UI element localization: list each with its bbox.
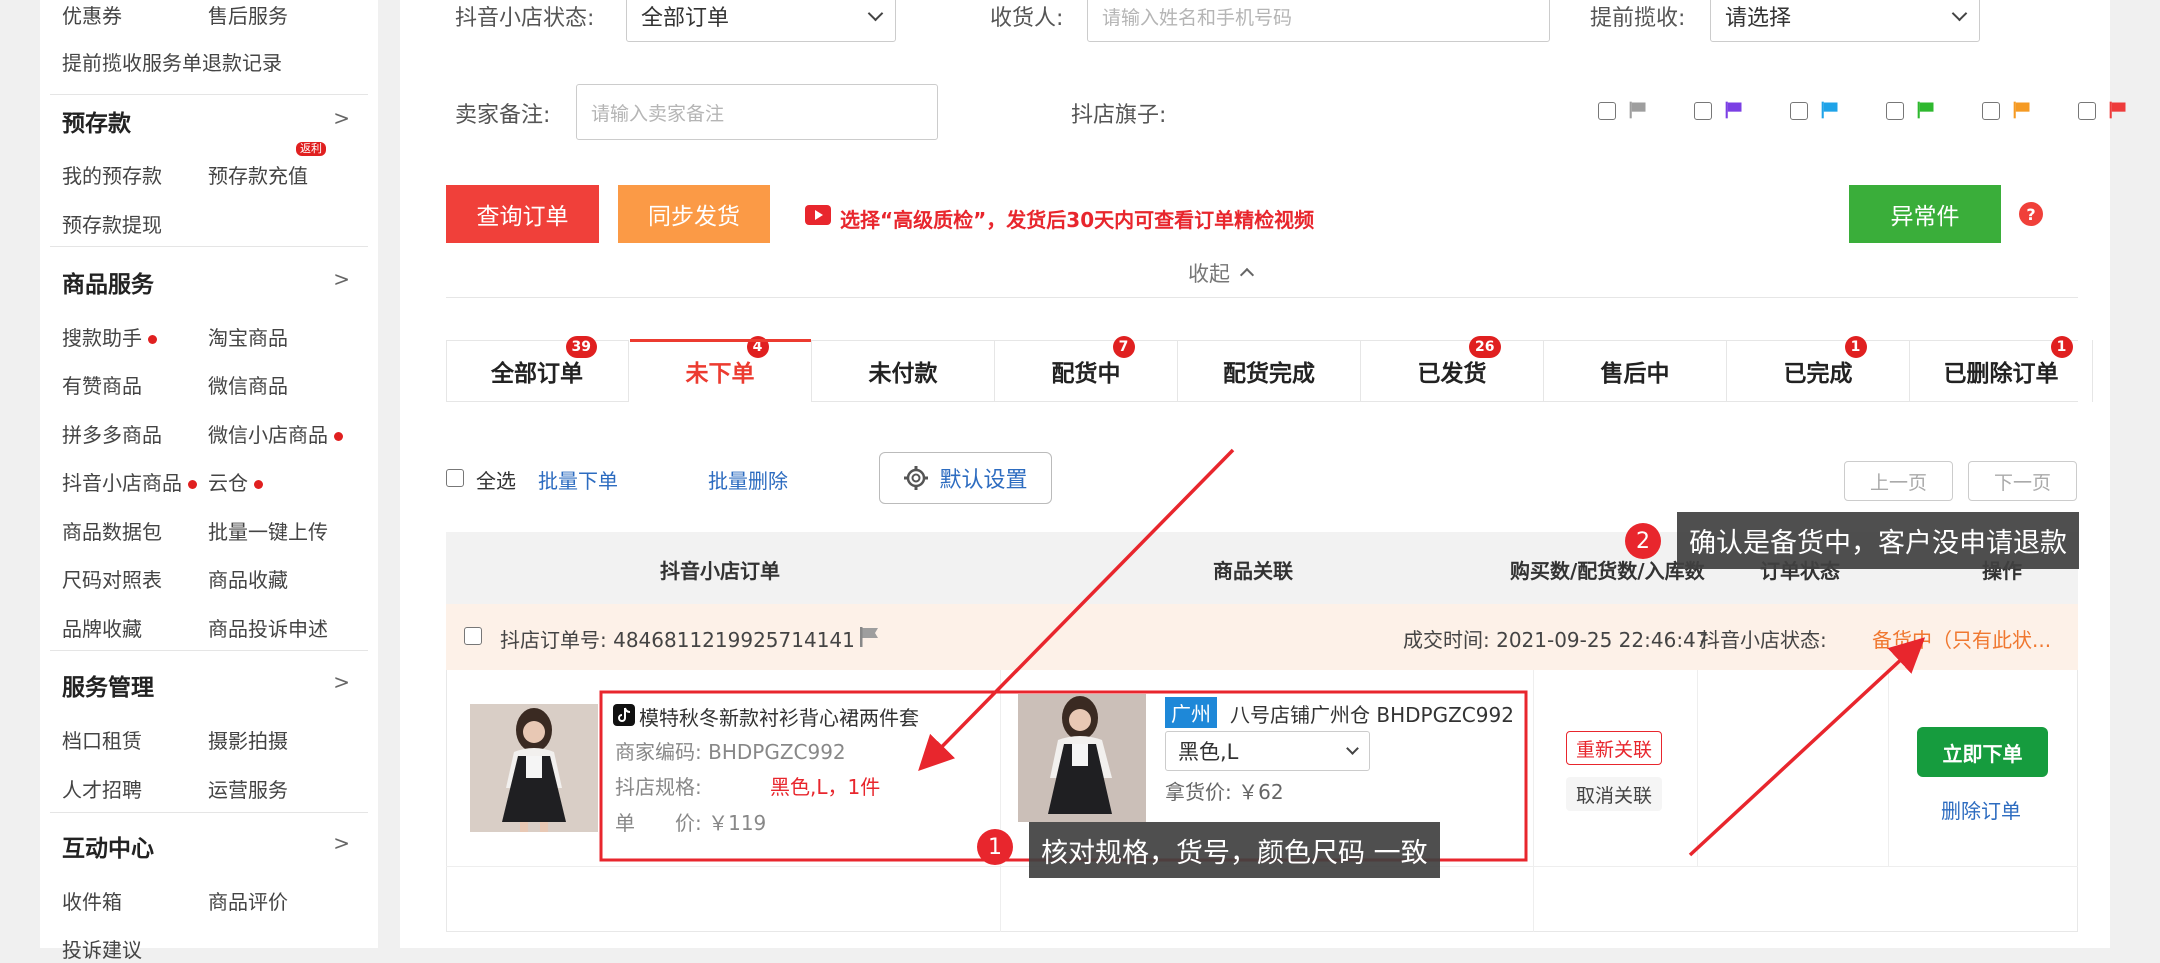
- annotation-callout-1: 核对规格，货号，颜色尺码 一致: [1029, 822, 1440, 878]
- arrow-to-spec: [918, 448, 1235, 771]
- arrow-to-status: [1688, 637, 1926, 857]
- annotation-callout-2: 确认是备货中，客户没申请退款: [1677, 512, 2079, 569]
- annotation-number-1: 1: [977, 829, 1013, 865]
- annotation-number-2: 2: [1625, 523, 1661, 559]
- annotation-overlay: [599, 448, 1926, 862]
